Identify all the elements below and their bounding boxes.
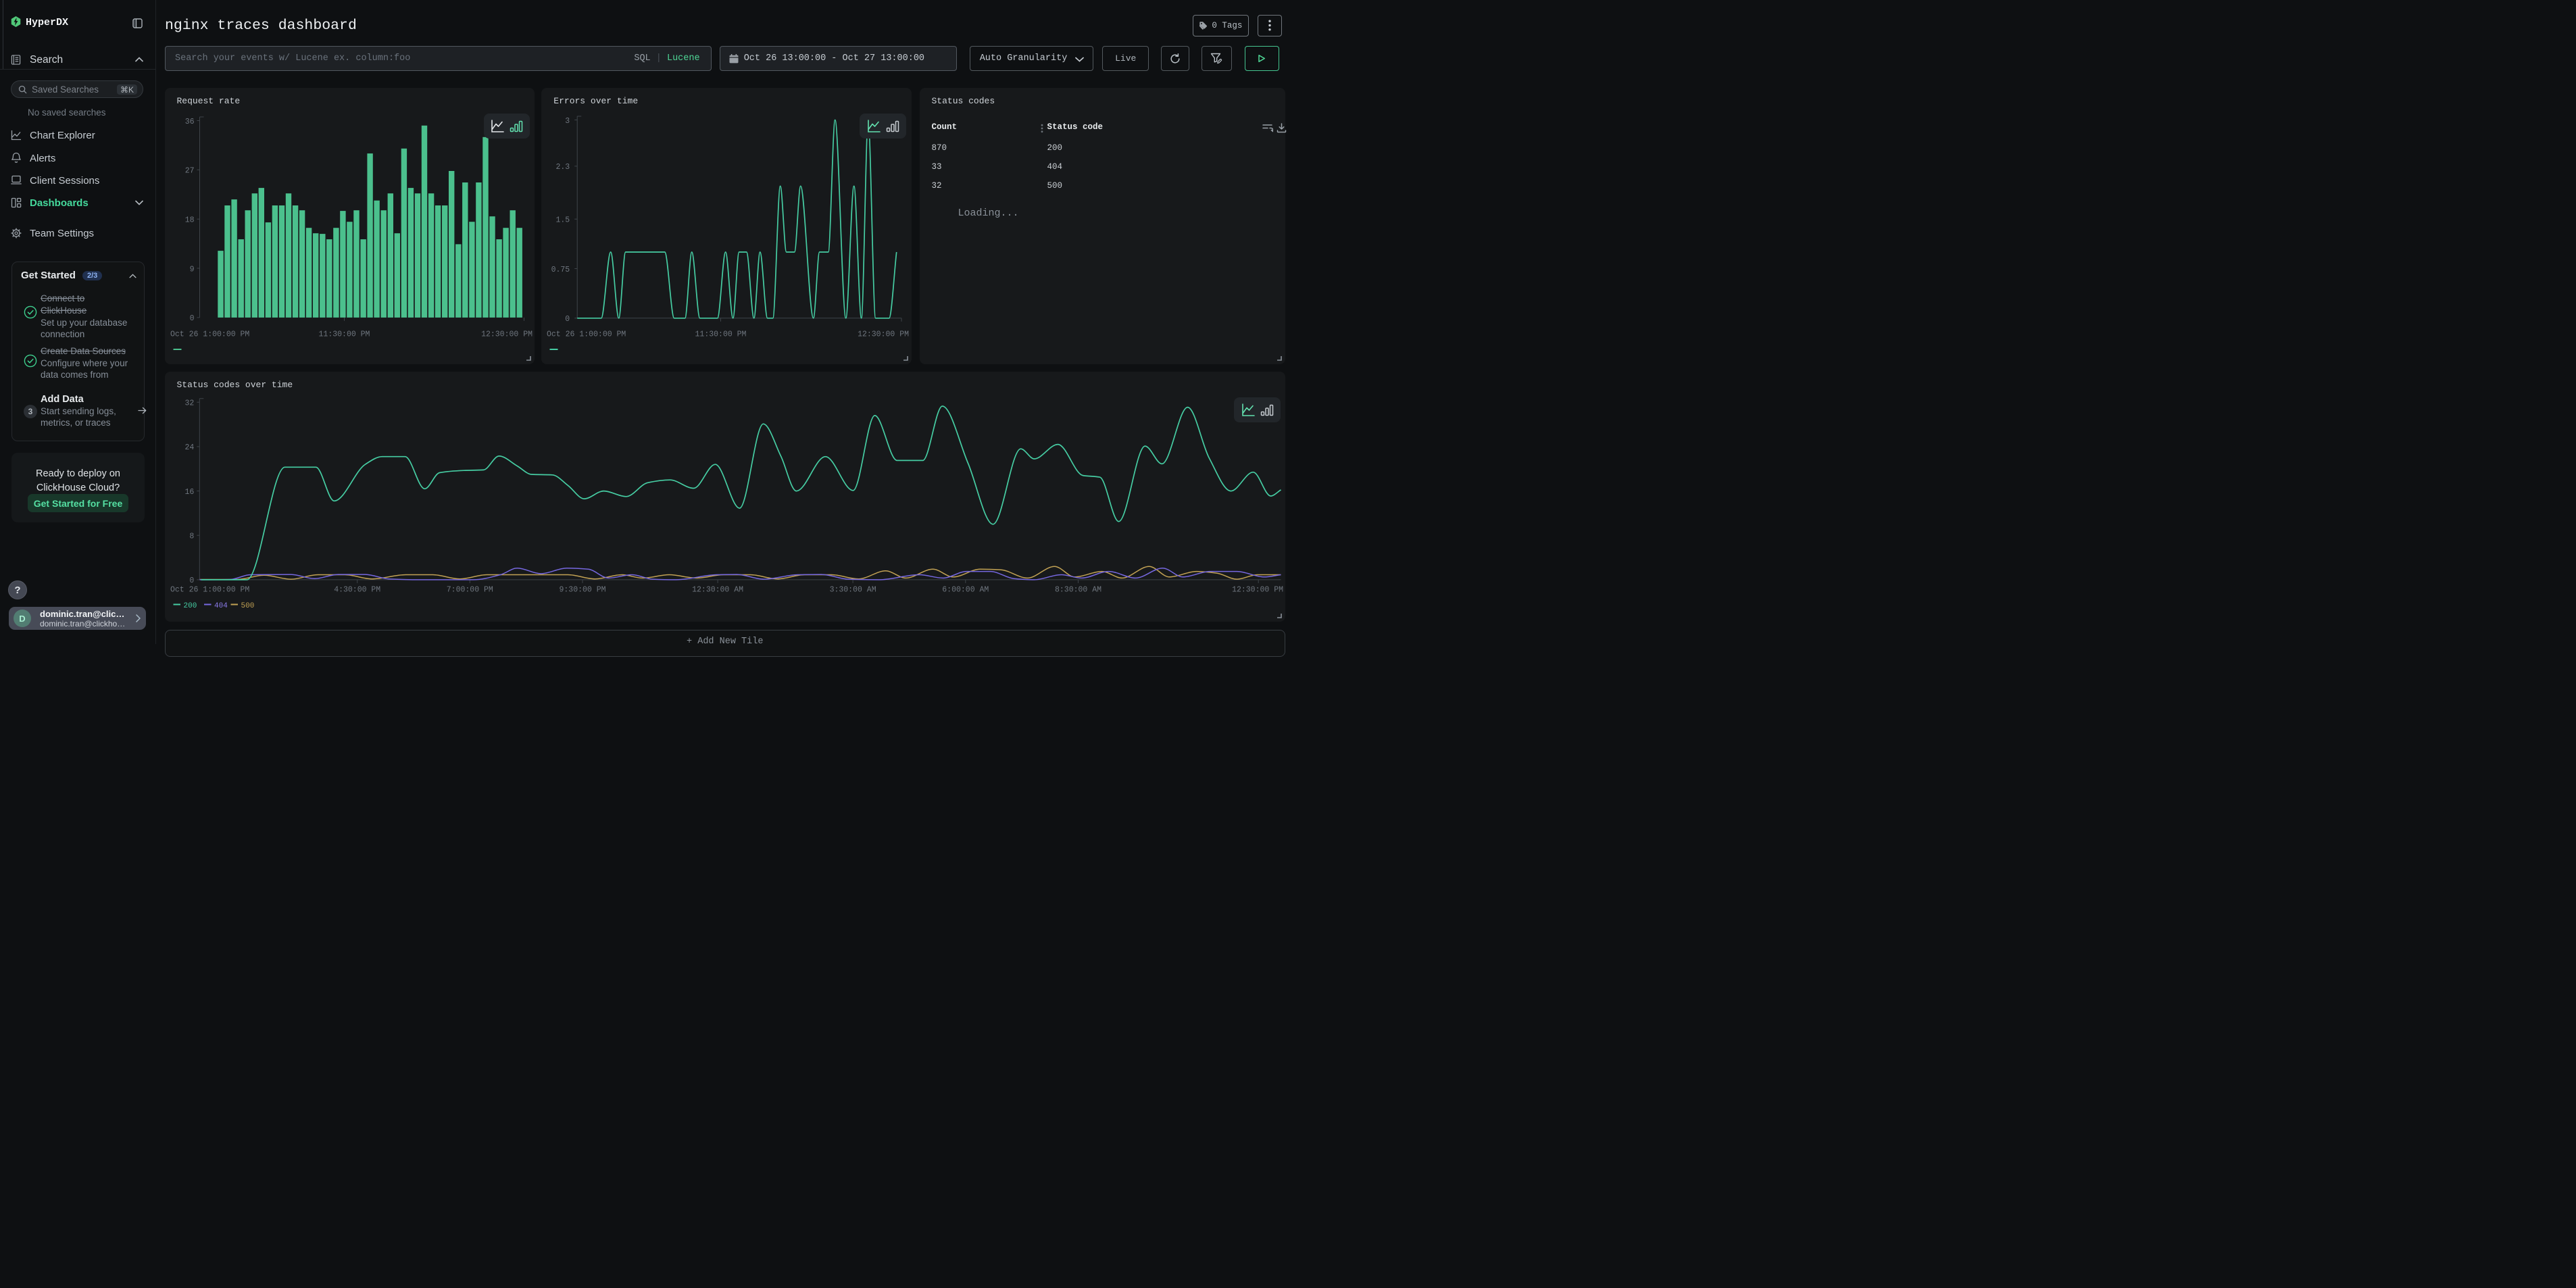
svg-text:27: 27 [184,167,194,176]
svg-text:12:30:00 PM: 12:30:00 PM [858,330,909,339]
svg-text:9: 9 [189,265,194,274]
svg-text:1.5: 1.5 [556,216,570,224]
svg-text:Oct 26 1:00:00 PM: Oct 26 1:00:00 PM [547,330,626,339]
svg-text:0: 0 [566,315,570,324]
svg-text:500: 500 [241,602,254,610]
svg-text:12:30:00 PM: 12:30:00 PM [481,330,532,339]
svg-text:404: 404 [214,602,228,610]
svg-text:32: 32 [184,399,194,408]
svg-text:4:30:00 PM: 4:30:00 PM [334,585,380,594]
svg-text:Oct 26 1:00:00 PM: Oct 26 1:00:00 PM [170,585,249,594]
svg-text:9:30:00 PM: 9:30:00 PM [559,585,605,594]
svg-text:0: 0 [189,576,194,585]
svg-text:24: 24 [184,443,194,452]
svg-text:0.75: 0.75 [551,266,570,274]
svg-text:Oct 26 1:00:00 PM: Oct 26 1:00:00 PM [170,330,249,339]
svg-text:8:30:00 AM: 8:30:00 AM [1054,585,1101,594]
svg-text:200: 200 [183,602,197,610]
svg-text:3: 3 [566,117,570,126]
svg-text:6:00:00 AM: 6:00:00 AM [942,585,989,594]
svg-text:3:30:00 AM: 3:30:00 AM [829,585,876,594]
svg-text:11:30:00 PM: 11:30:00 PM [695,330,747,339]
svg-text:8: 8 [189,532,194,541]
svg-text:18: 18 [184,216,194,225]
svg-text:16: 16 [184,488,194,497]
svg-text:36: 36 [184,118,194,126]
svg-text:11:30:00 PM: 11:30:00 PM [318,330,370,339]
svg-text:7:00:00 PM: 7:00:00 PM [446,585,493,594]
svg-text:0: 0 [189,314,194,323]
svg-text:2.3: 2.3 [556,163,570,172]
svg-text:12:30:00 PM: 12:30:00 PM [1232,585,1283,594]
svg-text:12:30:00 AM: 12:30:00 AM [692,585,743,594]
